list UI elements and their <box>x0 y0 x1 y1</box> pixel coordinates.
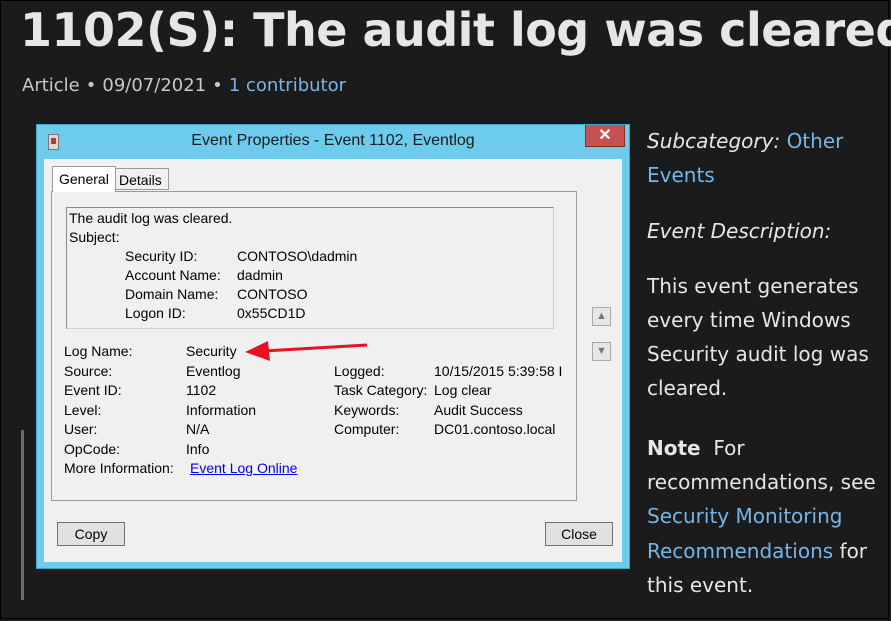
close-icon[interactable]: ✕ <box>585 125 625 147</box>
annotation-arrow-icon <box>245 341 368 361</box>
field-value-task-category: Log clear <box>434 382 492 398</box>
article-meta: Article • 09/07/2021 • 1 contributor <box>22 75 347 96</box>
field-label-log-name: Log Name: <box>64 343 133 359</box>
tab-general[interactable]: General <box>52 166 116 192</box>
field-label-keywords: Keywords: <box>334 402 400 418</box>
contributors-link[interactable]: 1 contributor <box>229 75 346 96</box>
close-button[interactable]: Close <box>545 522 613 546</box>
subcategory-link[interactable]: Other <box>787 129 844 153</box>
left-margin-bar <box>21 430 24 600</box>
field-value-log-name: Security <box>186 343 237 359</box>
desc-label: Logon ID: <box>125 305 186 321</box>
event-log-online-link[interactable]: Event Log Online <box>190 460 297 476</box>
note-text-end: this event. <box>647 573 754 597</box>
field-label-user: User: <box>64 421 98 437</box>
page-title: 1102(S): The audit log was cleared. <box>20 3 891 57</box>
desc-label: Account Name: <box>125 267 221 283</box>
desc-value: 0x55CD1D <box>237 305 306 321</box>
note-line-link-2: Recommendations for <box>647 539 868 563</box>
note-label: Note <box>647 436 701 460</box>
description-subject: Subject: <box>69 229 120 245</box>
field-label-task-category: Task Category: <box>334 382 428 398</box>
field-label-more-info: More Information: <box>64 460 174 476</box>
field-label-event-id: Event ID: <box>64 382 122 398</box>
note-line: Note For <box>647 436 745 460</box>
event-description-box[interactable]: The audit log was cleared. Subject: Secu… <box>66 207 554 329</box>
field-label-opcode: OpCode: <box>64 441 121 457</box>
article-type: Article <box>22 75 80 96</box>
desc-value: CONTOSO <box>237 286 308 302</box>
general-panel: The audit log was cleared. Subject: Secu… <box>51 191 577 501</box>
dialog-title: Event Properties - Event 1102, Eventlog <box>191 132 475 149</box>
field-label-computer: Computer: <box>334 421 400 437</box>
subcategory-line-2: Events <box>647 158 715 192</box>
field-value-computer: DC01.contoso.local <box>434 421 556 437</box>
field-label-level: Level: <box>64 402 102 418</box>
description-text: This event generates <box>647 274 859 298</box>
field-value-keywords: Audit Success <box>434 402 523 418</box>
field-value-user: N/A <box>186 421 210 437</box>
event-properties-dialog: Event Properties - Event 1102, Eventlog … <box>36 124 630 569</box>
next-event-button[interactable]: ▼ <box>592 342 611 361</box>
copy-button[interactable]: Copy <box>57 522 125 546</box>
security-monitoring-link[interactable]: Security Monitoring <box>647 504 842 528</box>
field-value-logged: 10/15/2015 5:39:58 I <box>434 363 563 379</box>
description-text: Security audit log was <box>647 342 869 366</box>
field-value-opcode: Info <box>186 441 210 457</box>
desc-label: Security ID: <box>125 248 198 264</box>
field-value-source: Eventlog <box>186 363 241 379</box>
note-line-link: Security Monitoring <box>647 499 842 533</box>
subcategory-line: Subcategory: Other <box>647 124 843 158</box>
field-value-level: Information <box>186 402 257 418</box>
field-label-source: Source: <box>64 363 113 379</box>
subcategory-label: Subcategory: <box>647 129 781 153</box>
dialog-client: General Details The audit log was cleare… <box>44 159 622 562</box>
event-description-heading: Event Description: <box>647 219 832 243</box>
recommendations-link[interactable]: Recommendations <box>647 539 833 563</box>
subcategory-link-cont[interactable]: Events <box>647 163 715 187</box>
article-date: 09/07/2021 <box>102 75 207 96</box>
desc-value: dadmin <box>237 267 283 283</box>
description-text: cleared. <box>647 376 728 400</box>
description-line: The audit log was cleared. <box>69 210 233 226</box>
desc-value: CONTOSO\dadmin <box>237 248 358 264</box>
dialog-titlebar[interactable]: Event Properties - Event 1102, Eventlog … <box>37 125 629 159</box>
desc-label: Domain Name: <box>125 286 219 302</box>
note-text: recommendations, see <box>647 470 876 494</box>
field-label-logged: Logged: <box>334 363 385 379</box>
field-value-event-id: 1102 <box>186 382 217 398</box>
description-text: every time Windows <box>647 308 851 332</box>
previous-event-button[interactable]: ▲ <box>592 307 611 326</box>
tab-details[interactable]: Details <box>112 168 169 190</box>
